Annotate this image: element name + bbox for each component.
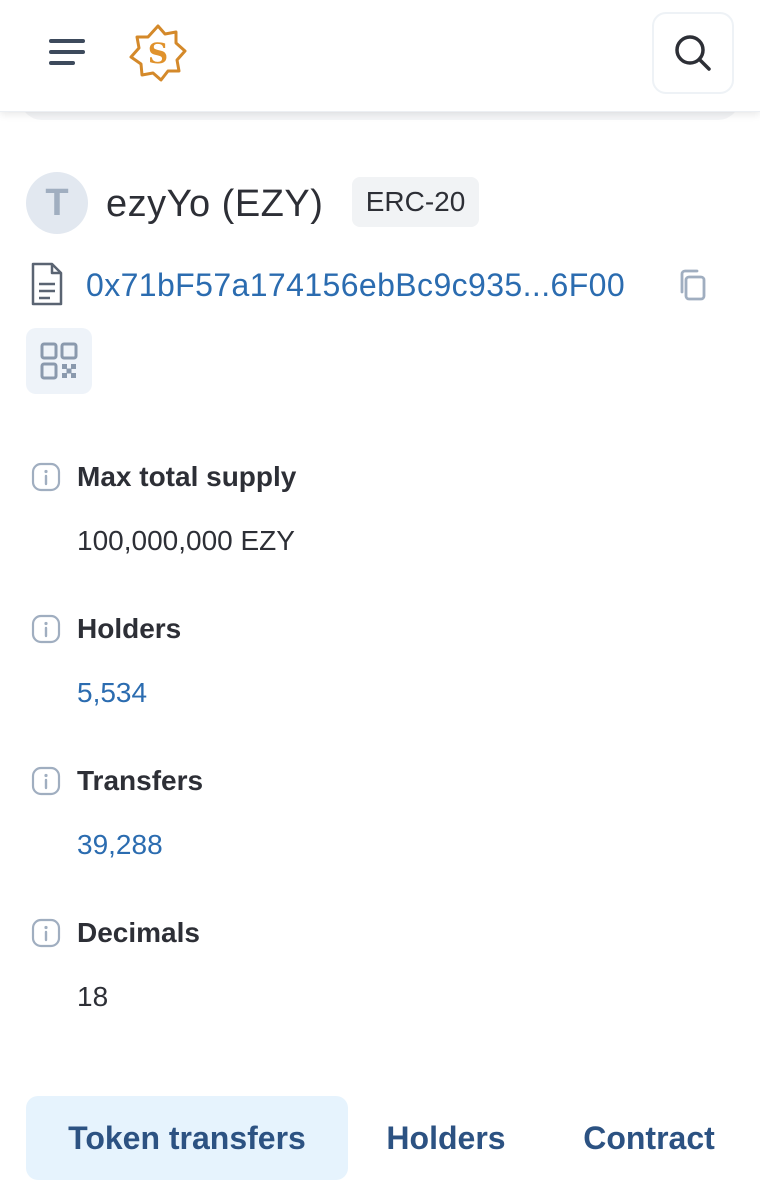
token-address-link[interactable]: 0x71bF57a174156ebBc9c935...6F00 xyxy=(86,262,625,308)
tab-contract[interactable]: Contract xyxy=(560,1096,738,1180)
info-icon[interactable] xyxy=(31,918,61,948)
qr-code-icon xyxy=(40,342,78,380)
info-icon[interactable] xyxy=(31,766,61,796)
token-avatar: T xyxy=(26,172,88,234)
detail-value-holders-link[interactable]: 5,534 xyxy=(77,673,147,713)
tab-token-transfers[interactable]: Token transfers xyxy=(26,1096,348,1180)
top-header: S xyxy=(0,0,760,112)
token-avatar-letter: T xyxy=(45,181,69,224)
info-icon[interactable] xyxy=(31,614,61,644)
token-type-badge: ERC-20 xyxy=(352,177,479,227)
menu-button[interactable] xyxy=(40,30,94,74)
detail-label-decimals: Decimals xyxy=(77,917,200,948)
tab-holders[interactable]: Holders xyxy=(368,1096,524,1180)
contract-document-icon xyxy=(31,262,63,306)
token-name: ezyYo (EZY) xyxy=(106,183,324,225)
detail-label-max-total-supply: Max total supply xyxy=(77,461,297,492)
detail-value-transfers-link[interactable]: 39,288 xyxy=(77,825,163,865)
blockscout-logo-icon[interactable]: S xyxy=(128,24,188,82)
detail-label-transfers: Transfers xyxy=(77,765,204,796)
svg-text:S: S xyxy=(148,37,168,70)
detail-value-max-total-supply: 100,000,000 EZY xyxy=(77,525,295,556)
detail-label-holders: Holders xyxy=(77,613,182,644)
qr-code-button[interactable] xyxy=(26,328,92,394)
info-icon[interactable] xyxy=(31,462,61,492)
detail-value-decimals: 18 xyxy=(77,981,109,1012)
search-icon xyxy=(675,35,711,71)
search-button[interactable] xyxy=(652,12,734,94)
hamburger-menu-icon xyxy=(49,39,85,65)
copy-icon[interactable] xyxy=(676,268,710,302)
